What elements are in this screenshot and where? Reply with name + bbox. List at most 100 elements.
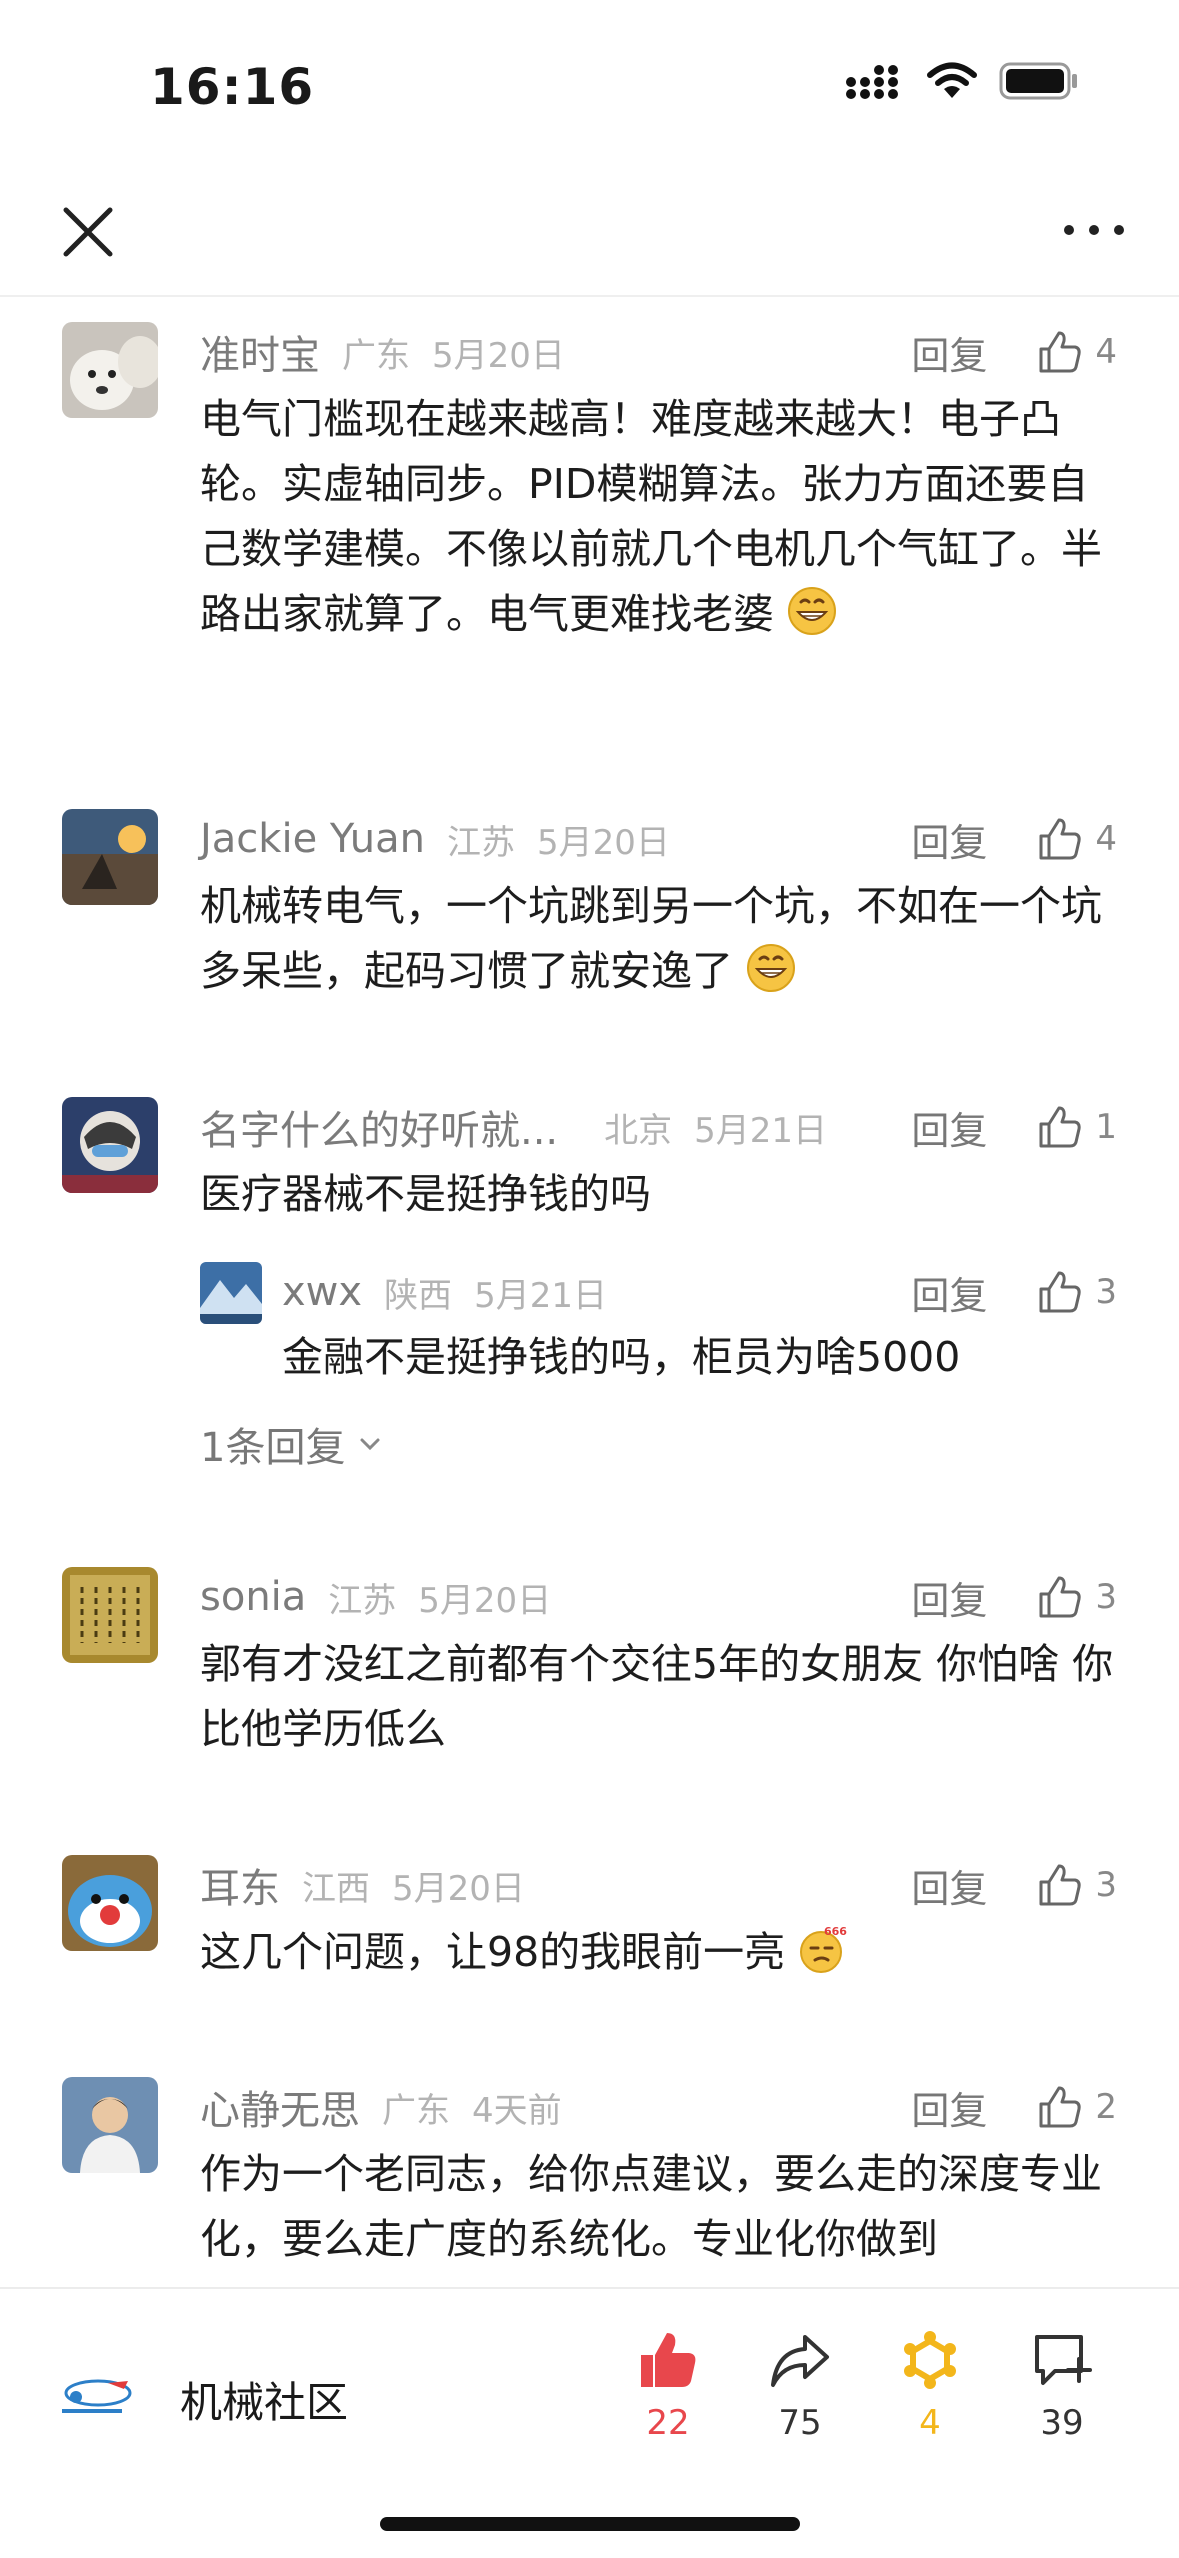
like-count: 3 — [1095, 1272, 1117, 1312]
status-icons — [845, 62, 1079, 100]
like-button[interactable]: 3 — [1037, 1574, 1117, 1620]
avatar[interactable] — [62, 809, 158, 905]
grinning-emoji — [747, 944, 796, 992]
like-count: 4 — [1095, 332, 1117, 372]
comment-text: 这几个问题，让98的我眼前一亮 666 — [200, 1925, 848, 1976]
reply-button[interactable]: 回复 — [911, 1265, 987, 1320]
share-count: 75 — [778, 2403, 822, 2443]
like-count: 3 — [1095, 1577, 1117, 1617]
comment-meta: 名字什么的好听就... 北京 5月21日 回复 1 — [200, 1097, 1117, 1157]
like-action[interactable]: 22 — [608, 2329, 728, 2443]
comment-meta: 心静无思 广东 4天前 回复 2 — [200, 2077, 1117, 2137]
region: 北京 — [604, 1110, 673, 1151]
username[interactable]: 准时宝 — [200, 323, 320, 381]
like-count: 3 — [1095, 1865, 1117, 1905]
comment-list[interactable]: 准时宝 广东 5月20日 回复 4 电气门槛现在越来越高！难度越来越大！电子凸轮… — [0, 297, 1179, 2287]
666-emoji: 666 — [800, 1925, 848, 1973]
date: 5月20日 — [536, 822, 670, 863]
comment-count: 39 — [1040, 2403, 1084, 2443]
like-button[interactable]: 2 — [1037, 2084, 1117, 2130]
username[interactable]: 心静无思 — [200, 2078, 360, 2136]
thumbs-up-icon — [1039, 2086, 1082, 2128]
status-bar: 16:16 — [0, 0, 1179, 170]
favorite-action[interactable]: 4 — [870, 2329, 990, 2443]
like-button[interactable]: 1 — [1037, 1104, 1117, 1150]
like-button[interactable]: 3 — [1037, 1269, 1117, 1315]
share-action[interactable]: 75 — [740, 2329, 860, 2443]
comment-text: 作为一个老同志，给你点建议，要么走的深度专业化，要么走广度的系统化。专业化你做到 — [200, 2150, 1102, 2263]
reply-button[interactable]: 回复 — [911, 1100, 987, 1155]
comment-text: 电气门槛现在越来越高！难度越来越大！电子凸轮。实虚轴同步。PID模糊算法。张力方… — [200, 395, 1102, 638]
thumbs-up-icon — [1039, 818, 1082, 860]
reply-button[interactable]: 回复 — [911, 1858, 987, 1913]
thumbs-up-icon — [1039, 1106, 1082, 1148]
like-button[interactable]: 4 — [1037, 816, 1117, 862]
nav-bar — [0, 170, 1179, 297]
wifi-icon — [927, 62, 977, 98]
avatar[interactable] — [62, 322, 158, 418]
date: 5月20日 — [418, 1580, 552, 1621]
region: 陕西 — [384, 1275, 453, 1316]
avatar[interactable] — [62, 1855, 158, 1951]
bottom-action-bar: 机械社区 22 75 4 39 — [0, 2287, 1179, 2558]
date: 4天前 — [472, 2090, 562, 2131]
reply-meta: xwx 陕西 5月21日 回复 3 — [282, 1262, 1117, 1322]
close-icon[interactable] — [58, 202, 118, 262]
region: 广东 — [382, 2090, 450, 2131]
like-count: 1 — [1095, 1107, 1117, 1147]
community-name[interactable]: 机械社区 — [180, 2369, 348, 2430]
community-logo[interactable] — [58, 2369, 158, 2419]
more-icon[interactable] — [1059, 210, 1129, 250]
region: 江西 — [302, 1868, 370, 1909]
thumbs-up-icon — [1039, 1576, 1082, 1618]
battery-icon — [999, 62, 1077, 100]
avatar[interactable] — [62, 1567, 158, 1663]
grinning-emoji — [788, 587, 837, 635]
home-indicator[interactable] — [380, 2517, 800, 2531]
svg-text:666: 666 — [824, 1925, 847, 1938]
like-button[interactable]: 4 — [1037, 329, 1117, 375]
thumbs-up-filled-icon — [641, 2333, 696, 2387]
region: 江苏 — [328, 1580, 397, 1621]
avatar[interactable] — [62, 2077, 158, 2173]
username[interactable]: sonia — [200, 1574, 306, 1620]
username[interactable]: 名字什么的好听就... — [200, 1098, 558, 1156]
comment-action[interactable]: 39 — [1002, 2329, 1122, 2443]
comment-add-icon — [1035, 2335, 1092, 2385]
date: 5月20日 — [432, 335, 565, 376]
signal-icon — [846, 65, 898, 99]
status-time: 16:16 — [150, 58, 315, 116]
username[interactable]: xwx — [282, 1269, 362, 1315]
date: 5月21日 — [694, 1110, 828, 1151]
like-button[interactable]: 3 — [1037, 1862, 1117, 1908]
expand-replies-button[interactable]: 1条回复 — [200, 1415, 383, 1473]
thumbs-up-icon — [1039, 1271, 1082, 1313]
comment-meta: Jackie Yuan 江苏 5月20日 回复 4 — [200, 809, 1117, 869]
comment-text: 医疗器械不是挺挣钱的吗 — [200, 1170, 651, 1218]
like-count: 22 — [646, 2403, 690, 2443]
comment-meta: sonia 江苏 5月20日 回复 3 — [200, 1567, 1117, 1627]
like-count: 4 — [1095, 819, 1117, 859]
favorite-count: 4 — [919, 2403, 941, 2443]
comment-text: 机械转电气，一个坑跳到另一个坑，不如在一个坑多呆些，起码习惯了就安逸了 — [200, 882, 1102, 995]
reply-button[interactable]: 回复 — [911, 2080, 987, 2135]
date: 5月20日 — [392, 1868, 525, 1909]
comment-text: 郭有才没红之前都有个交往5年的女朋友 你怕啥 你比他学历低么 — [200, 1640, 1114, 1753]
favorite-icon — [904, 2331, 956, 2389]
reply-text: 金融不是挺挣钱的吗，柜员为啥5000 — [282, 1333, 961, 1381]
region: 广东 — [342, 335, 410, 376]
username[interactable]: 耳东 — [200, 1856, 280, 1914]
thumbs-up-icon — [1039, 1864, 1082, 1906]
comment-meta: 耳东 江西 5月20日 回复 3 — [200, 1855, 1117, 1915]
reply-button[interactable]: 回复 — [911, 325, 987, 380]
reply-button[interactable]: 回复 — [911, 812, 987, 867]
reply-button[interactable]: 回复 — [911, 1570, 987, 1625]
avatar[interactable] — [62, 1097, 158, 1193]
reply-avatar[interactable] — [200, 1262, 262, 1324]
chevron-down-icon — [360, 1438, 380, 1451]
like-count: 2 — [1095, 2087, 1117, 2127]
share-icon — [771, 2335, 829, 2387]
date: 5月21日 — [474, 1275, 607, 1316]
region: 江苏 — [446, 822, 515, 863]
username[interactable]: Jackie Yuan — [200, 816, 425, 862]
